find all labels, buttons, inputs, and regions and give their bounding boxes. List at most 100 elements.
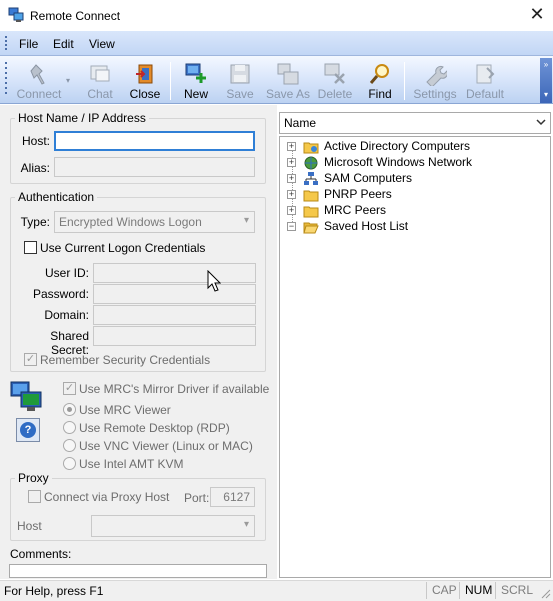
tree-item-label: PNRP Peers bbox=[324, 187, 392, 201]
save-as-icon bbox=[277, 63, 299, 85]
radio-intel-amt-label: Use Intel AMT KVM bbox=[79, 457, 184, 471]
tree-item-pnrp-peers[interactable]: + PNRP Peers bbox=[287, 187, 547, 203]
remember-credentials-label: Remember Security Credentials bbox=[40, 353, 211, 367]
menu-grip-icon bbox=[5, 36, 7, 50]
mirror-driver-label: Use MRC's Mirror Driver if available bbox=[79, 382, 270, 396]
password-label: Password: bbox=[32, 287, 89, 301]
radio-rdp-label: Use Remote Desktop (RDP) bbox=[79, 421, 230, 435]
chevron-down-icon bbox=[536, 119, 546, 126]
view-column-select[interactable]: Name bbox=[279, 112, 551, 134]
window-title: Remote Connect bbox=[30, 9, 121, 23]
radio-vnc[interactable] bbox=[63, 439, 76, 452]
alias-input[interactable] bbox=[54, 157, 255, 177]
tree-item-active-directory[interactable]: + Active Directory Computers bbox=[287, 139, 547, 155]
tree-item-windows-network[interactable]: + Microsoft Windows Network bbox=[287, 155, 547, 171]
find-button[interactable]: Find bbox=[361, 60, 399, 102]
menu-bar bbox=[0, 31, 553, 56]
tree-item-label: Saved Host List bbox=[324, 219, 409, 233]
proxy-group-title: Proxy bbox=[15, 471, 52, 485]
settings-button[interactable]: Settings bbox=[410, 60, 460, 102]
viewer-monitors-icon bbox=[10, 381, 42, 411]
save-disk-icon bbox=[230, 64, 250, 84]
menu-file[interactable]: File bbox=[19, 37, 38, 51]
tree-item-saved-host-list[interactable]: − Saved Host List bbox=[287, 219, 547, 235]
comments-label: Comments: bbox=[10, 547, 72, 561]
save-button[interactable]: Save bbox=[221, 60, 259, 102]
chevron-down-icon: ▾ bbox=[243, 215, 249, 226]
auth-type-value: Encrypted Windows Logon bbox=[59, 215, 202, 229]
save-as-button[interactable]: Save As bbox=[264, 60, 312, 102]
toolbar-grip-icon bbox=[5, 62, 7, 94]
title-bar: Remote Connect ✕ bbox=[0, 0, 553, 31]
connect-button[interactable]: Connect bbox=[14, 60, 64, 102]
chevron-down-icon: ▾ bbox=[243, 519, 249, 530]
tree-item-label: SAM Computers bbox=[324, 171, 413, 185]
proxy-checkbox[interactable] bbox=[28, 490, 41, 503]
help-button[interactable]: ? bbox=[16, 418, 40, 442]
connect-plug-icon bbox=[30, 64, 45, 85]
radio-mrc-viewer[interactable] bbox=[63, 403, 76, 416]
auth-type-select[interactable]: Encrypted Windows Logon ▾ bbox=[54, 211, 255, 233]
collapse-minus-icon[interactable]: − bbox=[287, 222, 296, 231]
use-current-logon-checkbox[interactable] bbox=[24, 241, 37, 254]
new-computer-icon bbox=[185, 63, 206, 83]
active-directory-folder-icon bbox=[303, 142, 319, 154]
tree-item-label: MRC Peers bbox=[324, 203, 387, 217]
delete-icon bbox=[324, 63, 345, 84]
close-button[interactable]: Close bbox=[125, 60, 165, 102]
expand-plus-icon[interactable]: + bbox=[287, 142, 296, 151]
host-label: Host: bbox=[21, 134, 50, 148]
connect-dropdown-icon[interactable]: ▾ bbox=[66, 76, 70, 85]
status-help-text: For Help, press F1 bbox=[4, 584, 104, 598]
chat-button[interactable]: Chat bbox=[78, 60, 122, 102]
mirror-driver-checkbox[interactable]: ✓ bbox=[63, 382, 76, 395]
folder-icon bbox=[303, 206, 319, 218]
alias-label: Alias: bbox=[20, 161, 50, 175]
open-folder-icon bbox=[303, 222, 319, 234]
host-group-title: Host Name / IP Address bbox=[15, 111, 149, 125]
delete-button[interactable]: Delete bbox=[314, 60, 356, 102]
radio-rdp[interactable] bbox=[63, 421, 76, 434]
find-magnifier-icon bbox=[369, 64, 389, 84]
default-icon bbox=[476, 64, 495, 84]
remember-credentials-checkbox[interactable]: ✓ bbox=[24, 353, 37, 366]
sam-network-icon bbox=[304, 172, 318, 185]
password-input[interactable] bbox=[93, 284, 256, 304]
tree-item-sam-computers[interactable]: + SAM Computers bbox=[287, 171, 547, 187]
toolbar-separator bbox=[170, 62, 171, 100]
proxy-port-label: Port: bbox=[184, 491, 210, 505]
new-button[interactable]: New bbox=[176, 60, 216, 102]
close-window-icon[interactable]: ✕ bbox=[528, 5, 546, 23]
status-num: NUM bbox=[459, 582, 497, 599]
comments-textarea[interactable] bbox=[9, 564, 267, 578]
expand-plus-icon[interactable]: + bbox=[287, 190, 296, 199]
domain-label: Domain: bbox=[44, 308, 89, 322]
proxy-port-input[interactable]: 6127 bbox=[210, 487, 255, 507]
tree-item-label: Microsoft Windows Network bbox=[324, 155, 473, 169]
expand-plus-icon[interactable]: + bbox=[287, 158, 296, 167]
help-question-icon: ? bbox=[20, 422, 36, 438]
status-cap: CAP bbox=[426, 582, 462, 599]
radio-mrc-viewer-label: Use MRC Viewer bbox=[79, 403, 171, 417]
user-id-input[interactable] bbox=[93, 263, 256, 283]
radio-intel-amt[interactable] bbox=[63, 457, 76, 470]
proxy-host-select[interactable]: ▾ bbox=[91, 515, 255, 537]
expand-plus-icon[interactable]: + bbox=[287, 174, 296, 183]
resize-grip-icon[interactable] bbox=[539, 587, 551, 599]
tree-item-label: Active Directory Computers bbox=[324, 139, 471, 153]
host-input[interactable] bbox=[54, 131, 255, 151]
menu-view[interactable]: View bbox=[89, 37, 115, 51]
close-door-icon bbox=[136, 64, 153, 84]
domain-input[interactable] bbox=[93, 305, 256, 325]
windows-network-globe-icon bbox=[304, 156, 318, 170]
proxy-host-label: Host bbox=[17, 519, 42, 533]
tree-item-mrc-peers[interactable]: + MRC Peers bbox=[287, 203, 547, 219]
expand-plus-icon[interactable]: + bbox=[287, 206, 296, 215]
remote-connect-app-icon bbox=[8, 7, 24, 22]
menu-edit[interactable]: Edit bbox=[53, 37, 74, 51]
shared-secret-input[interactable] bbox=[93, 326, 256, 346]
user-id-label: User ID: bbox=[44, 266, 89, 280]
toolbar-overflow-button[interactable]: » ▾ bbox=[540, 58, 552, 103]
default-button[interactable]: Default bbox=[462, 60, 508, 102]
auth-type-label: Type: bbox=[20, 215, 50, 229]
